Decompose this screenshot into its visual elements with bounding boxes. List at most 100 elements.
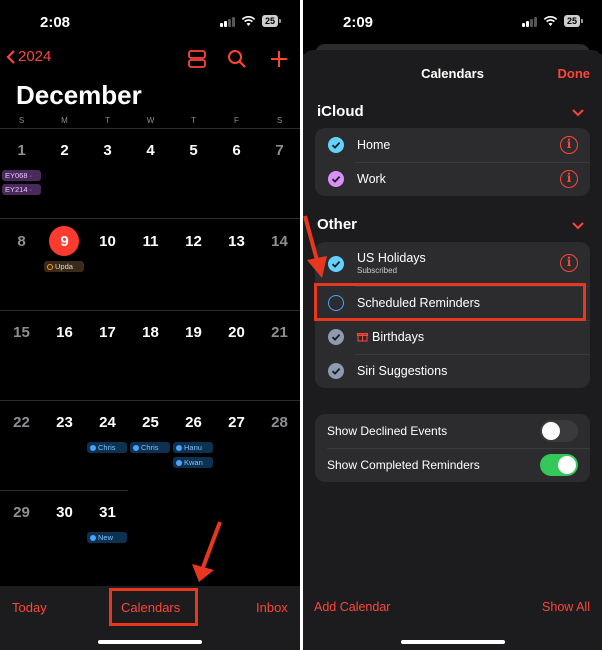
- cellular-signal-icon: [219, 16, 235, 27]
- event-chip[interactable]: EY214 ·: [2, 184, 41, 195]
- day-cell[interactable]: 1: [0, 142, 43, 159]
- calendar-row-us-holidays[interactable]: US Holidays Subscribed i: [315, 242, 590, 286]
- checkmark-icon[interactable]: [328, 329, 344, 345]
- weekday-label: W: [146, 116, 155, 125]
- calendar-row-home[interactable]: Home i: [315, 128, 590, 162]
- home-indicator: [98, 640, 202, 644]
- person-icon: [90, 534, 96, 541]
- calendar-label: Birthdays: [372, 330, 425, 344]
- calendar-sublabel: Subscribed: [357, 266, 398, 275]
- day-cell[interactable]: 15: [0, 324, 43, 341]
- day-cell[interactable]: 14: [258, 233, 300, 250]
- calendar-month-screen: 2:08 25 2024 December S M T W T F S 1 2 …: [0, 0, 300, 650]
- info-icon[interactable]: i: [560, 254, 578, 272]
- day-cell[interactable]: 13: [215, 233, 258, 250]
- day-cell[interactable]: 3: [86, 142, 129, 159]
- view-mode-icon[interactable]: [186, 48, 208, 70]
- calendar-label: US Holidays: [357, 251, 426, 265]
- checkmark-icon[interactable]: [328, 171, 344, 187]
- status-time: 2:09: [343, 14, 374, 31]
- day-cell[interactable]: 12: [172, 233, 215, 250]
- calendar-row-siri-suggestions[interactable]: Siri Suggestions: [315, 354, 590, 388]
- day-cell[interactable]: 6: [215, 142, 258, 159]
- day-cell[interactable]: 10: [86, 233, 129, 250]
- day-cell-today[interactable]: 9: [43, 233, 86, 250]
- day-cell[interactable]: 25: [129, 414, 172, 431]
- day-cell[interactable]: 26: [172, 414, 215, 431]
- info-icon[interactable]: i: [560, 136, 578, 154]
- annotation-arrow-icon: [192, 521, 222, 582]
- done-button[interactable]: Done: [558, 66, 591, 81]
- day-cell[interactable]: 22: [0, 414, 43, 431]
- calendar-label: Siri Suggestions: [357, 364, 448, 378]
- chevron-down-icon[interactable]: [572, 222, 584, 230]
- today-button[interactable]: Today: [12, 600, 47, 615]
- checkmark-icon[interactable]: [328, 137, 344, 153]
- week-row: 8 9 10 11 12 13 14 Upda: [0, 218, 300, 310]
- status-bar: 2:08 25: [0, 0, 300, 44]
- battery-icon: 25: [261, 15, 282, 27]
- day-cell[interactable]: 19: [172, 324, 215, 341]
- day-cell[interactable]: 8: [0, 233, 43, 250]
- section-header-icloud: iCloud: [317, 103, 364, 120]
- event-chip[interactable]: Chris: [130, 442, 170, 453]
- person-icon: [90, 444, 96, 451]
- show-completed-toggle[interactable]: [540, 454, 578, 476]
- day-cell[interactable]: 16: [43, 324, 86, 341]
- calendars-sheet-screen: 2:09 25 Calendars Done iCloud Home i Wor…: [303, 0, 602, 650]
- calendar-row-work[interactable]: Work i: [315, 162, 590, 196]
- day-cell[interactable]: 5: [172, 142, 215, 159]
- reminder-circle-icon: [47, 263, 53, 270]
- day-cell[interactable]: 24: [86, 414, 129, 431]
- status-time: 2:08: [40, 14, 71, 31]
- inbox-button[interactable]: Inbox: [256, 600, 288, 615]
- gift-icon: [357, 333, 368, 342]
- event-chip[interactable]: Kwan: [173, 457, 213, 468]
- day-cell[interactable]: 11: [129, 233, 172, 250]
- day-cell[interactable]: 31: [86, 504, 129, 521]
- weekday-label: T: [105, 116, 110, 125]
- chevron-left-icon: [6, 49, 15, 64]
- cellular-signal-icon: [521, 16, 537, 27]
- day-cell[interactable]: 20: [215, 324, 258, 341]
- weekday-header: S M T W T F S: [0, 116, 300, 128]
- day-cell[interactable]: 23: [43, 414, 86, 431]
- checkmark-icon[interactable]: [328, 256, 344, 272]
- show-declined-toggle[interactable]: [540, 420, 578, 442]
- back-to-year-button[interactable]: 2024: [6, 48, 51, 65]
- back-label: 2024: [18, 48, 52, 65]
- week-row: 15 16 17 18 19 20 21: [0, 310, 300, 400]
- day-cell[interactable]: 18: [129, 324, 172, 341]
- calendar-row-birthdays[interactable]: Birthdays: [315, 320, 590, 354]
- add-event-icon[interactable]: [268, 48, 290, 70]
- add-calendar-button[interactable]: Add Calendar: [314, 600, 390, 614]
- status-bar: 2:09 25: [303, 0, 602, 44]
- wifi-icon: [543, 15, 558, 27]
- day-cell[interactable]: 30: [43, 504, 86, 521]
- event-chip[interactable]: EY068 ·: [2, 170, 41, 181]
- calendar-label: Work: [357, 172, 386, 186]
- toggle-row-completed: Show Completed Reminders: [315, 448, 590, 482]
- week-row: 22 23 24 25 26 27 28 Chris Chris Hanu Kw…: [0, 400, 300, 490]
- checkmark-icon[interactable]: [328, 363, 344, 379]
- event-chip[interactable]: Upda: [44, 261, 84, 272]
- search-icon[interactable]: [226, 48, 248, 70]
- event-chip[interactable]: Hanu: [173, 442, 213, 453]
- day-cell[interactable]: 17: [86, 324, 129, 341]
- event-title: Chris: [98, 443, 116, 452]
- toggle-label: Show Completed Reminders: [327, 458, 480, 472]
- event-chip[interactable]: New: [87, 532, 127, 543]
- day-cell[interactable]: 2: [43, 142, 86, 159]
- day-cell[interactable]: 28: [258, 414, 300, 431]
- day-cell[interactable]: 27: [215, 414, 258, 431]
- day-cell[interactable]: 21: [258, 324, 300, 341]
- chevron-down-icon[interactable]: [572, 109, 584, 117]
- info-icon[interactable]: i: [560, 170, 578, 188]
- day-cell[interactable]: 4: [129, 142, 172, 159]
- person-icon: [176, 459, 182, 466]
- day-cell[interactable]: 7: [258, 142, 300, 159]
- show-all-button[interactable]: Show All: [542, 600, 590, 614]
- person-icon: [176, 444, 182, 451]
- day-cell[interactable]: 29: [0, 504, 43, 521]
- event-chip[interactable]: Chris: [87, 442, 127, 453]
